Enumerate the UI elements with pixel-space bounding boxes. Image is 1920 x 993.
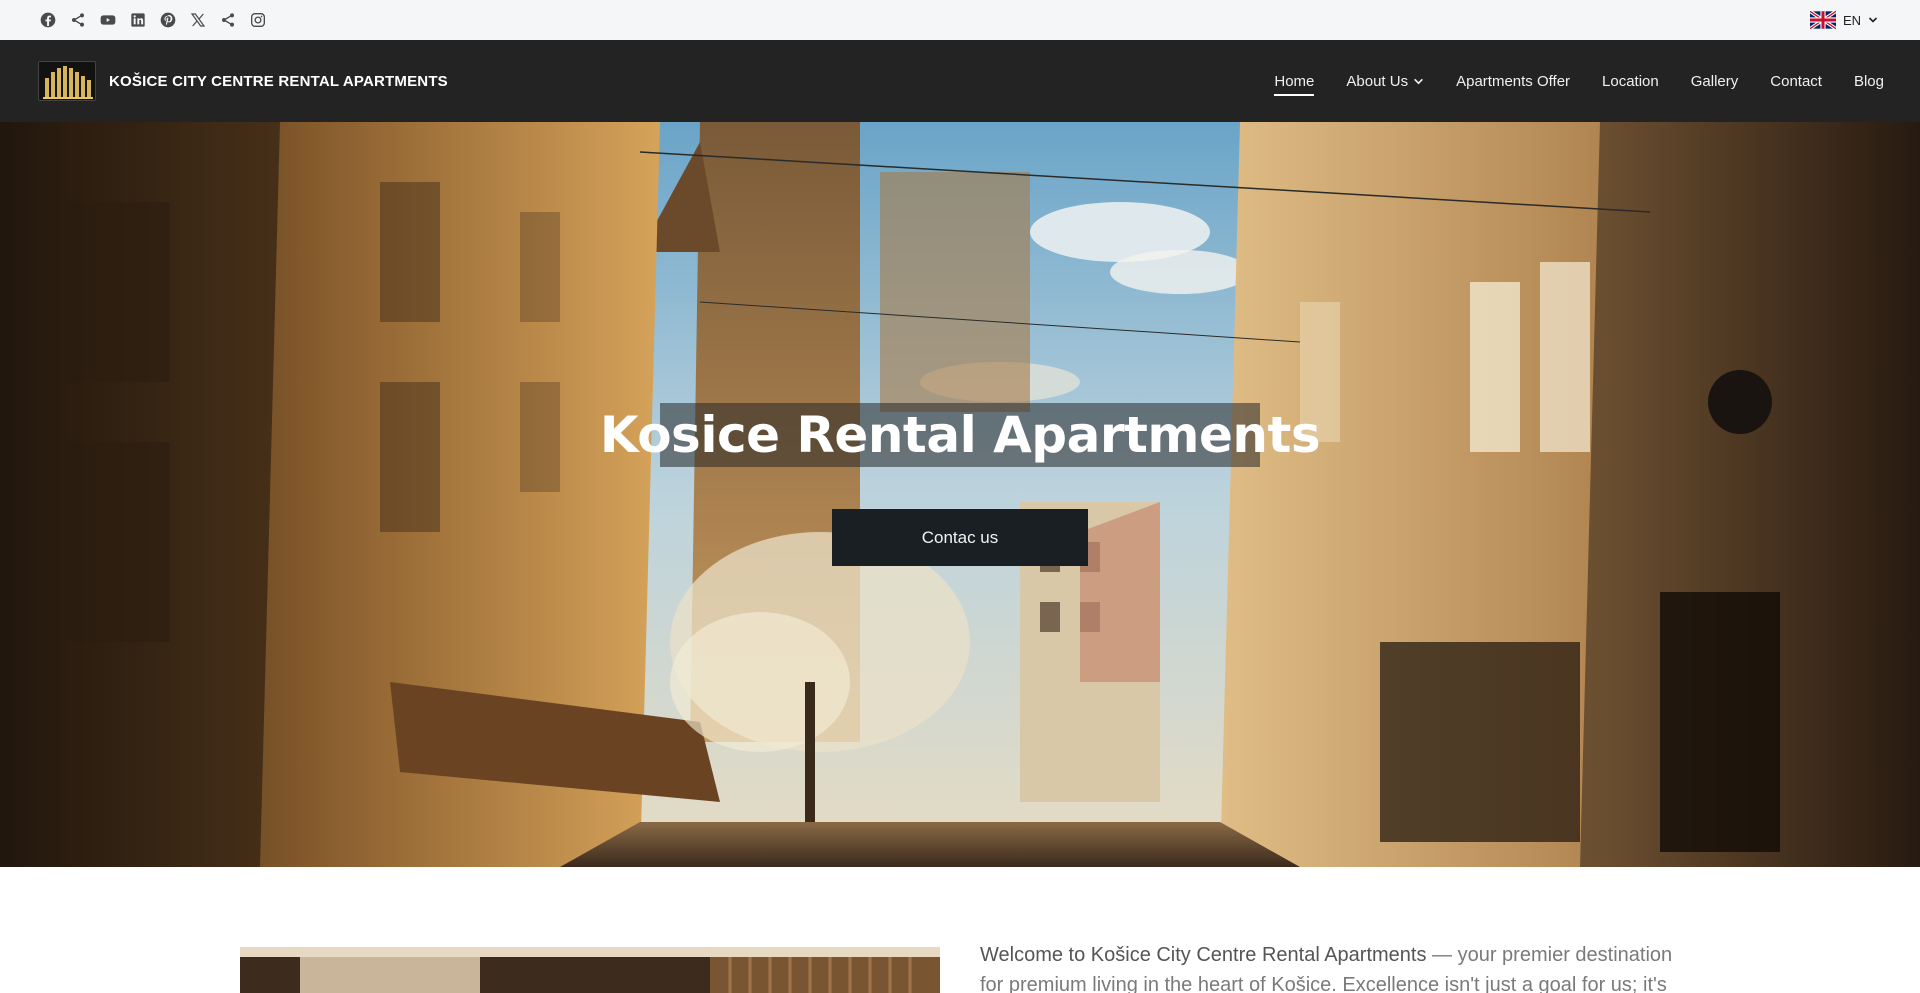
nav-location-label: Location xyxy=(1602,72,1659,90)
brand[interactable]: KOŠICE CITY CENTRE RENTAL APARTMENTS xyxy=(38,61,448,101)
nav-location[interactable]: Location xyxy=(1602,67,1659,96)
pinterest-icon[interactable] xyxy=(158,11,177,30)
nav-contact[interactable]: Contact xyxy=(1770,67,1822,96)
nav-about-us-label: About Us xyxy=(1346,72,1409,90)
nav-home[interactable]: Home xyxy=(1274,67,1315,96)
nav-blog-label: Blog xyxy=(1853,72,1884,90)
chevron-down-icon xyxy=(1868,17,1878,23)
top-bar: EN xyxy=(0,0,1920,40)
nav-apartments-offer-label: Apartments Offer xyxy=(1456,72,1571,90)
instagram-icon[interactable] xyxy=(248,11,267,30)
nav-about-us[interactable]: About Us xyxy=(1346,67,1424,96)
main-navbar: KOŠICE CITY CENTRE RENTAL APARTMENTS Hom… xyxy=(0,40,1920,122)
share-icon[interactable] xyxy=(68,11,87,30)
nav-gallery[interactable]: Gallery xyxy=(1691,67,1739,96)
language-selector[interactable]: EN xyxy=(1809,11,1878,29)
nav-apartments-offer[interactable]: Apartments Offer xyxy=(1456,67,1570,96)
hero-background-image xyxy=(0,122,1920,867)
chevron-down-icon xyxy=(1414,78,1424,84)
hero-title: Kosice Rental Apartments xyxy=(599,406,1321,464)
brand-name: KOŠICE CITY CENTRE RENTAL APARTMENTS xyxy=(109,72,448,90)
nav-contact-label: Contact xyxy=(1770,72,1822,90)
nav-blog[interactable]: Blog xyxy=(1854,67,1884,96)
social-links xyxy=(38,11,267,30)
nav-home-label: Home xyxy=(1274,72,1315,90)
hero-title-box: Kosice Rental Apartments xyxy=(600,403,1321,467)
logo-icon xyxy=(38,61,96,101)
linkedin-icon[interactable] xyxy=(128,11,147,30)
intro-text-line2: for premium living in the heart of Košic… xyxy=(980,974,1667,993)
apartment-photo xyxy=(240,947,940,993)
main-menu: Home About Us Apartments Offer Location … xyxy=(1274,67,1884,96)
facebook-icon[interactable] xyxy=(38,11,57,30)
hero-section: Kosice Rental Apartments Contac us xyxy=(0,122,1920,867)
x-twitter-icon[interactable] xyxy=(188,11,207,30)
share-icon[interactable] xyxy=(218,11,237,30)
language-label: EN xyxy=(1842,12,1861,28)
contact-us-button[interactable]: Contac us xyxy=(832,509,1088,566)
uk-flag-icon xyxy=(1809,11,1836,29)
youtube-icon[interactable] xyxy=(98,11,117,30)
nav-gallery-label: Gallery xyxy=(1690,72,1739,90)
intro-paragraph: Welcome to Košice City Centre Rental Apa… xyxy=(980,940,1680,993)
intro-text-line1: — your premier destination xyxy=(1426,944,1673,966)
intro-lead: Welcome to Košice City Centre Rental Apa… xyxy=(980,944,1427,966)
